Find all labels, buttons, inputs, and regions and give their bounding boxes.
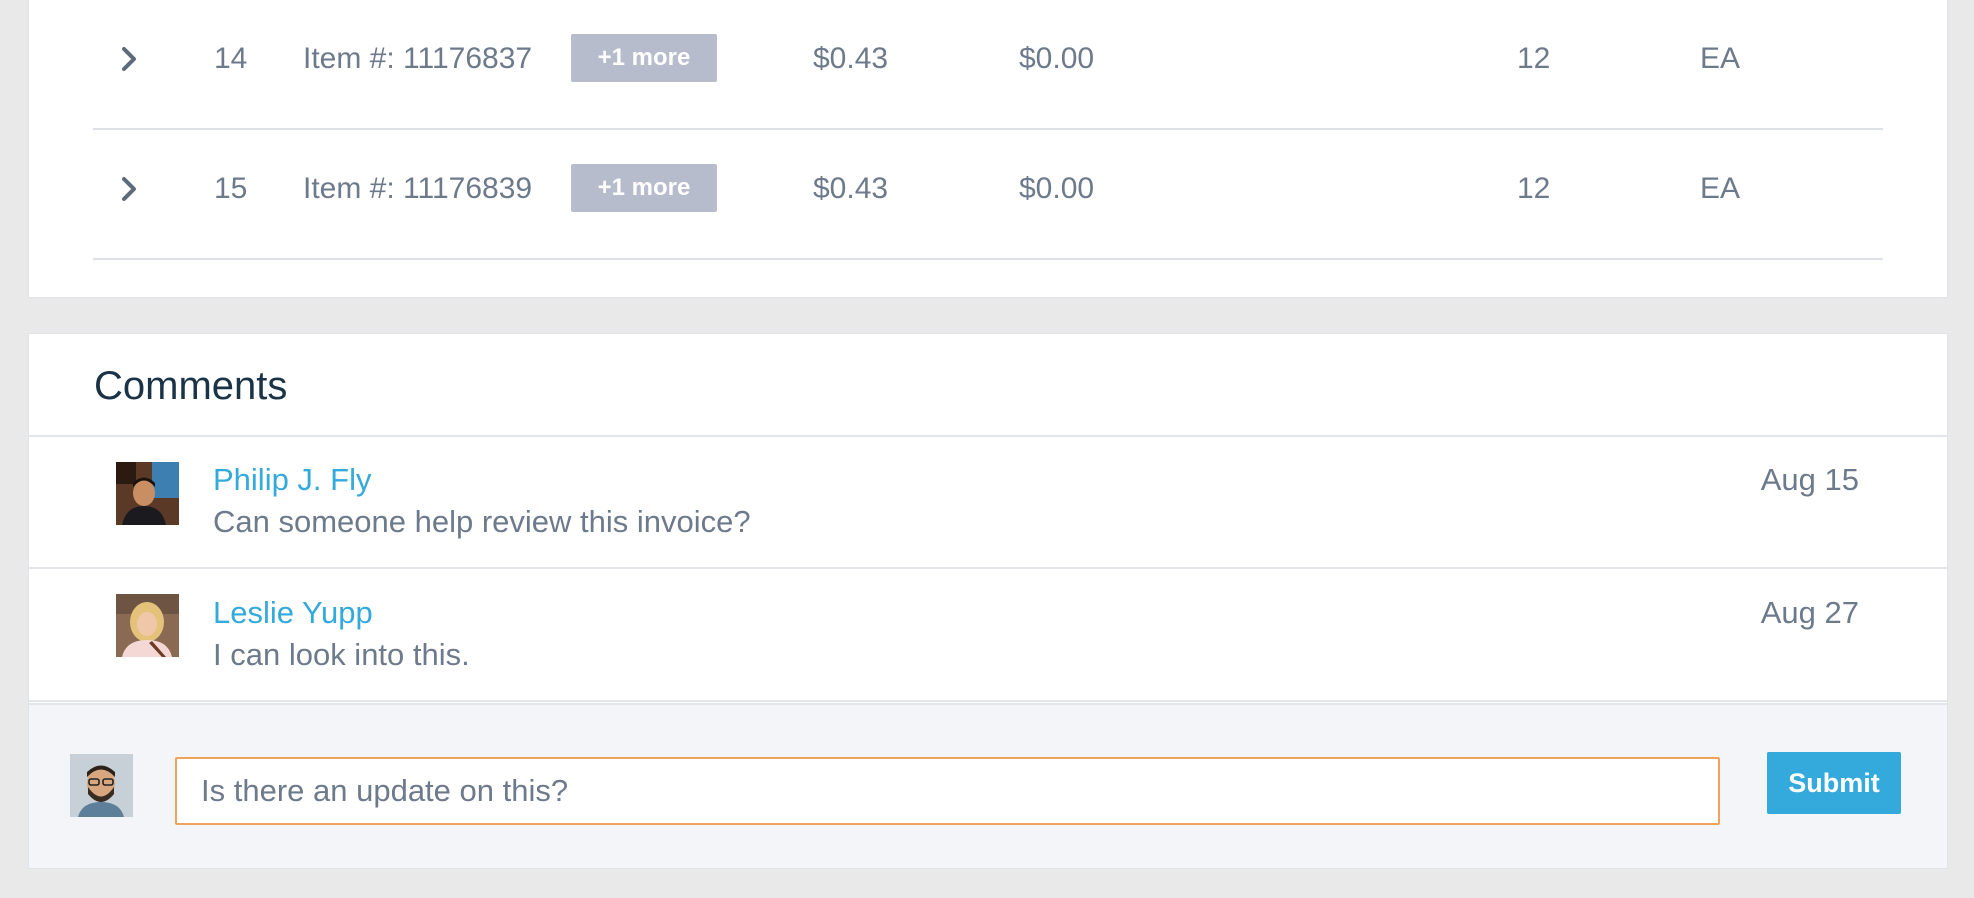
comment-item: Leslie Yupp I can look into this. Aug 27 [29,569,1947,702]
unit-of-measure: EA [1700,42,1741,75]
avatar [116,462,179,525]
comment-text: I can look into this. [213,637,470,672]
chevron-right-icon[interactable] [115,130,145,248]
line-number: 15 [214,172,248,205]
comment-item: Philip J. Fly Can someone help review th… [29,436,1947,569]
quantity: 12 [1517,172,1551,205]
comment-composer: Submit [29,703,1947,868]
table-row[interactable]: 14 Item #: 11176837 +1 more $0.43 $0.00 … [93,0,1883,130]
comments-card: Comments Philip J. Fly Can someone help … [28,333,1948,869]
quantity: 12 [1517,42,1551,75]
comment-author[interactable]: Philip J. Fly [213,462,371,498]
submit-button[interactable]: Submit [1767,752,1901,814]
unit-price: $0.43 [813,172,889,205]
secondary-price: $0.00 [1019,42,1095,75]
line-number: 14 [214,42,248,75]
avatar [116,594,179,657]
comment-input[interactable] [175,757,1720,825]
item-number: Item #: 11176839 [303,172,533,205]
unit-price: $0.43 [813,42,889,75]
comment-date: Aug 27 [1760,595,1859,630]
secondary-price: $0.00 [1019,172,1095,205]
more-badge[interactable]: +1 more [571,34,717,82]
more-badge[interactable]: +1 more [571,164,717,212]
current-user-avatar [70,754,133,817]
comment-date: Aug 15 [1760,462,1859,497]
chevron-right-icon[interactable] [115,0,145,118]
item-number: Item #: 11176837 [303,42,533,75]
line-items-card: 14 Item #: 11176837 +1 more $0.43 $0.00 … [28,0,1948,298]
comment-text: Can someone help review this invoice? [213,504,751,539]
comment-author[interactable]: Leslie Yupp [213,595,373,631]
unit-of-measure: EA [1700,172,1741,205]
comments-title: Comments [94,364,288,408]
table-row[interactable]: 15 Item #: 11176839 +1 more $0.43 $0.00 … [93,130,1883,260]
